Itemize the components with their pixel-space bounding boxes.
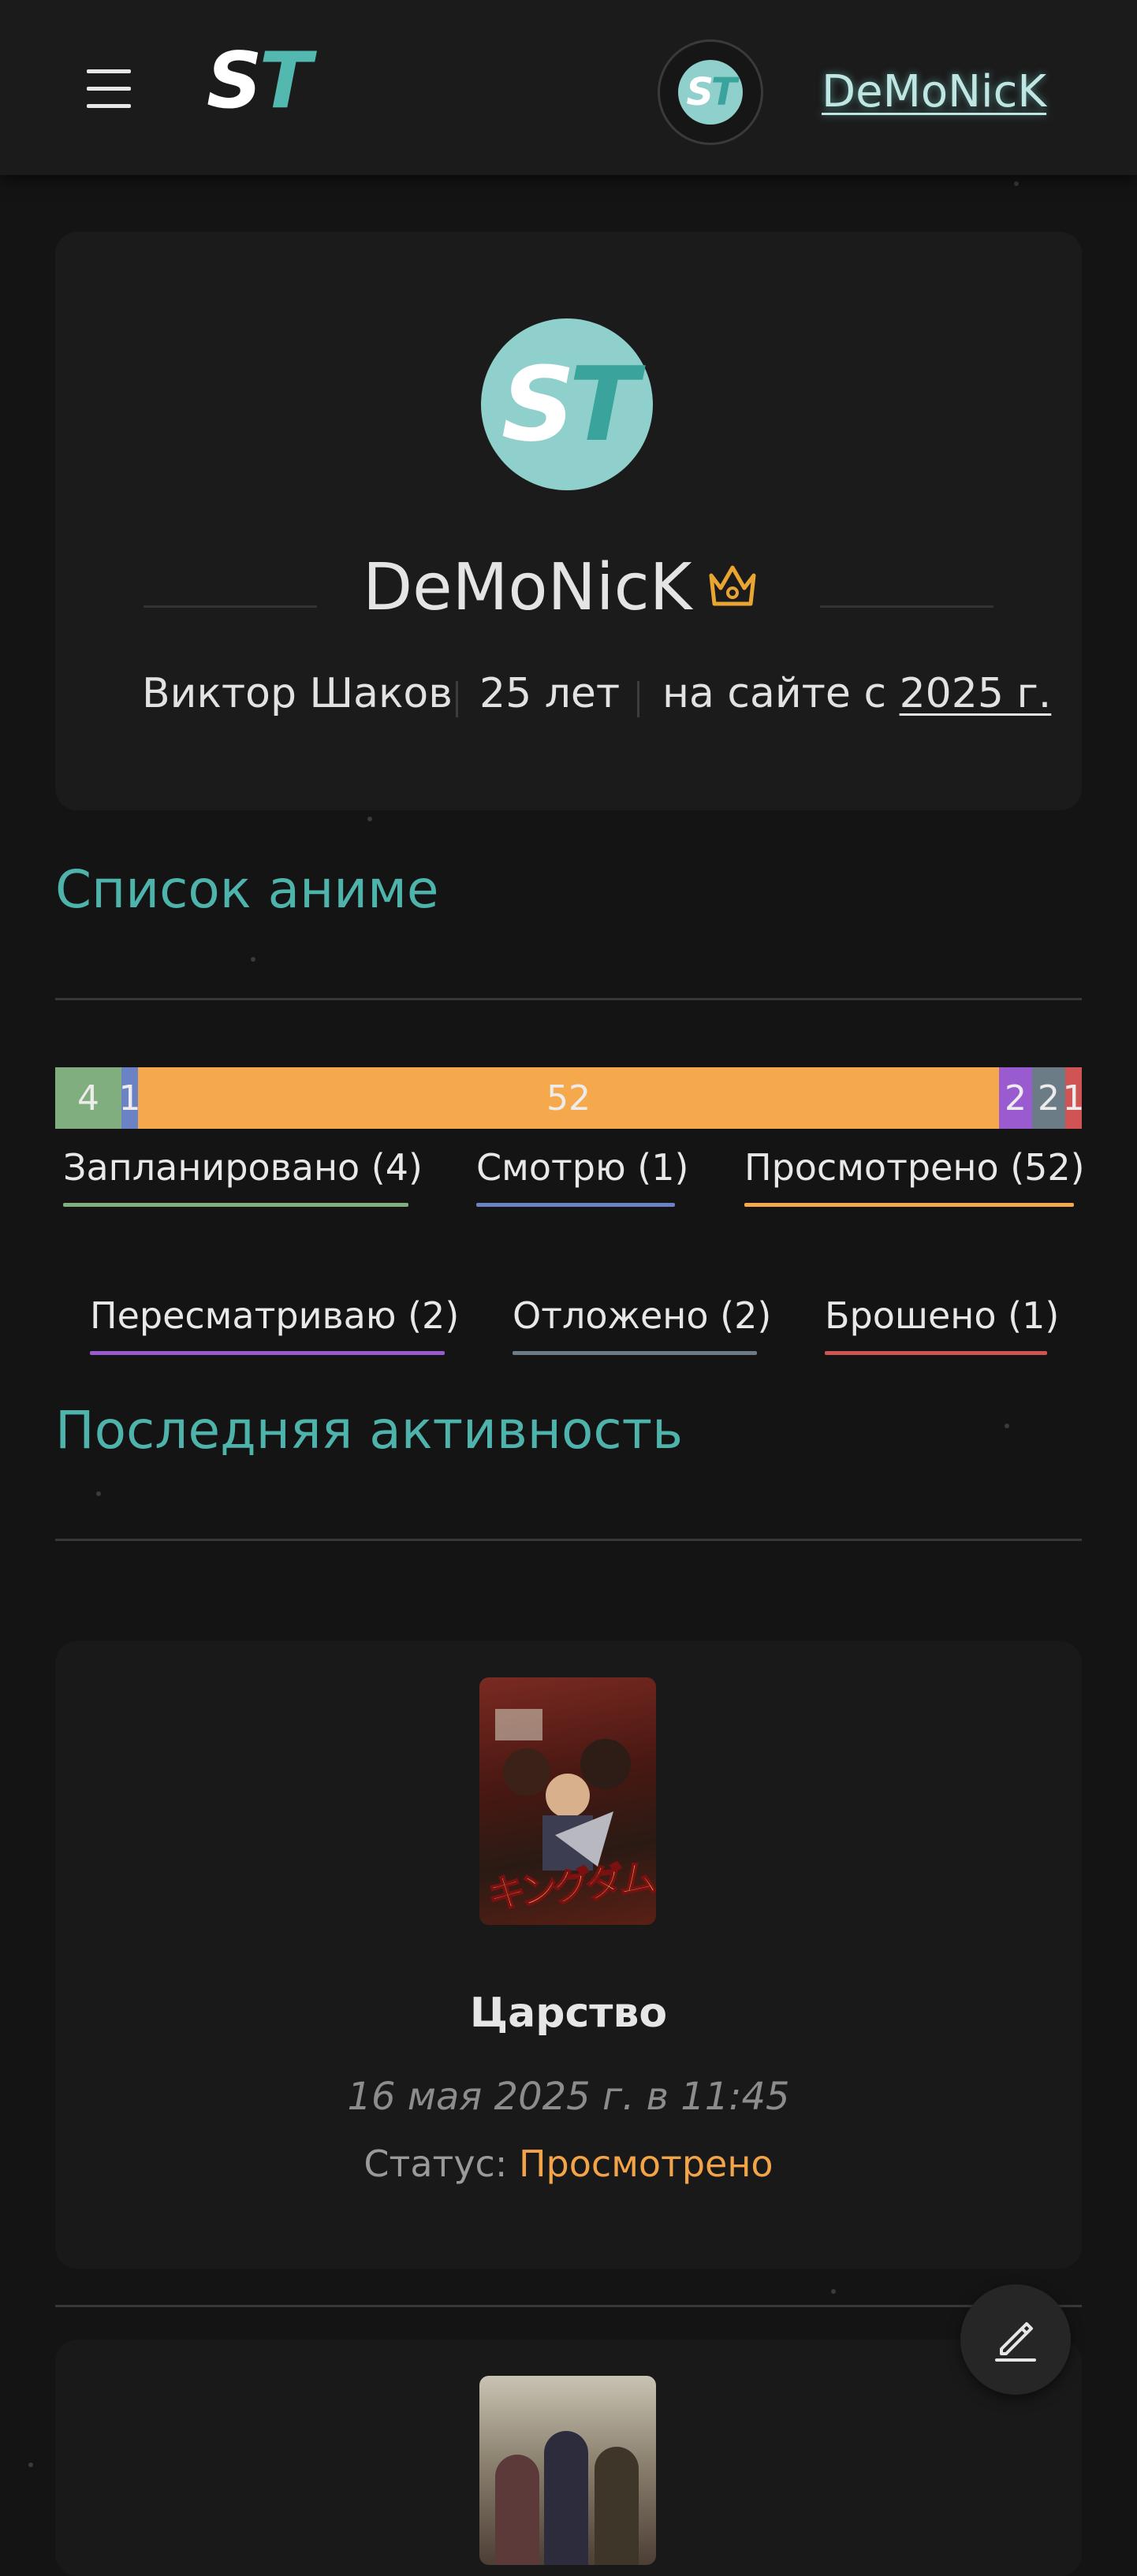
legend-dropped-underline (825, 1351, 1047, 1355)
edit-fab-button[interactable] (960, 2284, 1071, 2395)
avatar-letter-s: S (501, 344, 576, 464)
legend-rewatching[interactable]: Пересматриваю (2) (90, 1294, 459, 1337)
status-bar-segment-completed: 52 (138, 1067, 999, 1129)
nickname-divider-left (144, 605, 317, 608)
legend-dropped[interactable]: Брошено (1) (825, 1294, 1059, 1337)
anime-poster[interactable] (479, 2376, 656, 2565)
info-separator (456, 681, 458, 717)
legend-rewatching-underline (90, 1351, 445, 1355)
legend-completed-underline (744, 1203, 1074, 1207)
poster-figure (544, 2431, 588, 2565)
legend-planned[interactable]: Запланировано (4) (63, 1146, 423, 1189)
activity-anime-title[interactable]: Царство (55, 1990, 1082, 2037)
legend-on-hold-underline (513, 1351, 757, 1355)
legend-completed[interactable]: Просмотрено (52) (744, 1146, 1085, 1189)
activity-date: 16 мая 2025 г. в 11:45 (347, 2075, 790, 2119)
profile-full-name: Виктор Шаков (142, 670, 453, 717)
status-bar-segment-rewatching: 2 (998, 1067, 1032, 1129)
crown-icon (709, 565, 756, 606)
status-bar-segment-watching: 1 (121, 1067, 138, 1129)
anime-poster[interactable]: キングダム (479, 1677, 656, 1925)
status-bar-segment-planned: 4 (55, 1067, 121, 1129)
recent-activity-title: Последняя активность (55, 1400, 683, 1461)
pencil-icon (995, 2322, 1036, 2362)
activity-status: Статус: Просмотрено (55, 2142, 1082, 2185)
info-separator (637, 681, 639, 717)
anime-status-bar: 4 1 52 2 2 1 (55, 1067, 1082, 1129)
profile-card: ST DeMoNicK Виктор Шаков 25 лет на сайте… (55, 232, 1082, 810)
legend-on-hold[interactable]: Отложено (2) (513, 1294, 771, 1337)
activity-card[interactable]: キングダム Царство 16 мая 2025 г. в 11:45 Ста… (55, 1641, 1082, 2269)
nickname-divider-right (820, 605, 993, 608)
profile-age: 25 лет (479, 670, 621, 717)
section-divider (55, 998, 1082, 1000)
profile-avatar: ST (481, 318, 653, 490)
status-value: Просмотрено (518, 2142, 774, 2185)
status-bar-segment-on_hold: 2 (1031, 1067, 1065, 1129)
avatar-letter-s: S (686, 70, 714, 114)
logo-letter-t: T (259, 36, 312, 126)
member-since-year-link[interactable]: 2025 г. (900, 670, 1052, 717)
legend-watching[interactable]: Смотрю (1) (476, 1146, 688, 1189)
site-logo[interactable]: ST (207, 43, 311, 120)
anime-list-title: Список аниме (55, 859, 439, 920)
logo-letter-s: S (207, 36, 263, 126)
header-username-link[interactable]: DeMoNicK (822, 66, 1046, 117)
header-avatar[interactable]: ST (658, 39, 763, 145)
section-divider (55, 1539, 1082, 1541)
profile-member-since: на сайте с 2025 г. (662, 670, 1051, 717)
profile-nickname: DeMoNicK (363, 550, 692, 625)
legend-watching-underline (476, 1203, 675, 1207)
hamburger-icon[interactable] (87, 69, 131, 108)
top-header: ST ST DeMoNicK (0, 0, 1137, 175)
status-bar-segment-dropped: 1 (1064, 1067, 1082, 1129)
poster-figure (595, 2447, 639, 2565)
avatar-letter-t: T (568, 344, 639, 464)
activity-card[interactable] (55, 2340, 1082, 2576)
status-label: Статус: (363, 2142, 508, 2185)
member-since-label: на сайте с (662, 670, 887, 717)
poster-figure (495, 2455, 539, 2565)
legend-planned-underline (63, 1203, 408, 1207)
activity-divider (55, 2305, 1082, 2307)
avatar-letter-t: T (710, 70, 737, 114)
